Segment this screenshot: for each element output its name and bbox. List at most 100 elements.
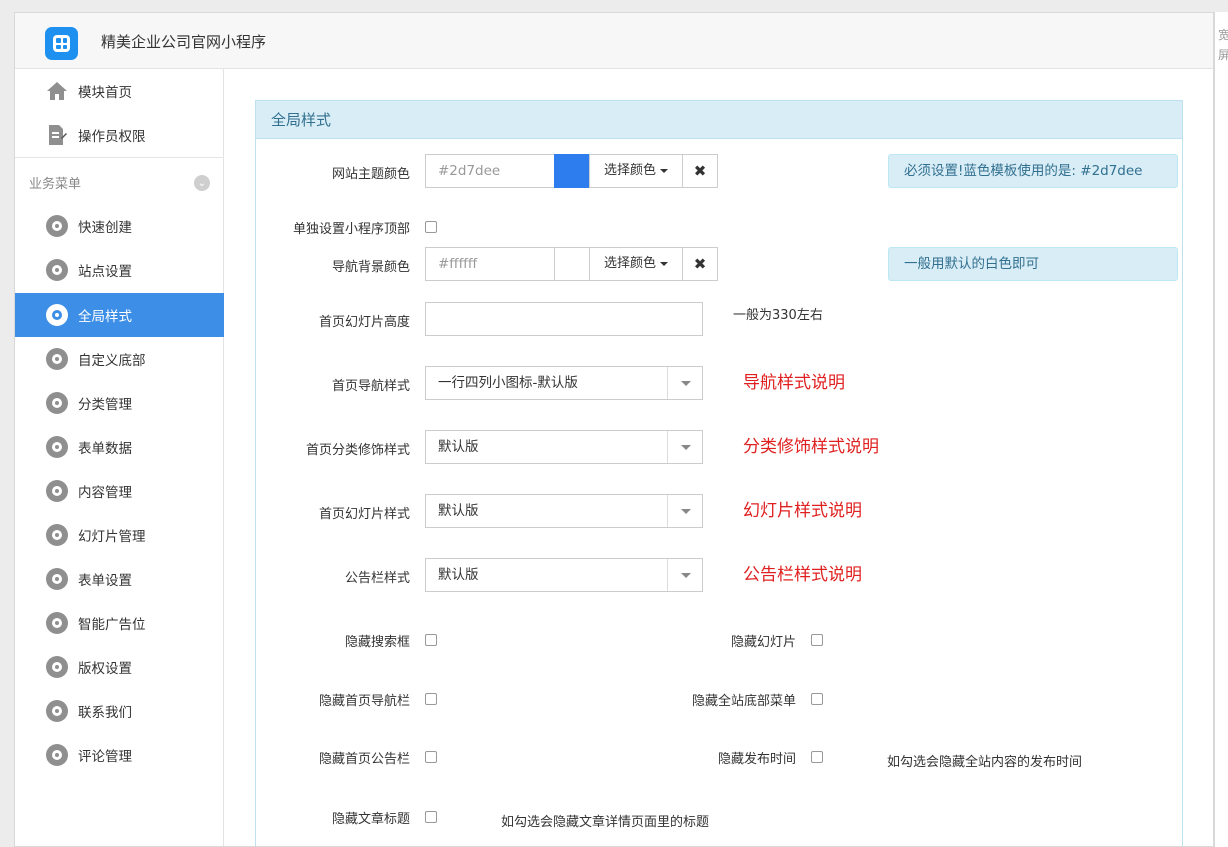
sidebar-item-custom-footer[interactable]: 自定义底部 bbox=[15, 337, 224, 381]
sidebar-item-module-home[interactable]: 模块首页 bbox=[15, 69, 224, 113]
hide-home-notice-checkbox[interactable] bbox=[425, 751, 437, 763]
nav-bg-color-pick-button[interactable]: 选择颜色 bbox=[589, 247, 683, 281]
gear-icon bbox=[46, 480, 68, 502]
sidebar-item-slide-management[interactable]: 幻灯片管理 bbox=[15, 513, 224, 557]
sidebar: 模块首页 操作员权限 业务菜单 ⌄ 快速创建 站点设置 全局样式 自定义底部 分… bbox=[15, 69, 224, 846]
sidebar-item-label: 快速创建 bbox=[78, 220, 132, 236]
sidebar-item-label: 评论管理 bbox=[78, 749, 132, 765]
sidebar-item-form-data[interactable]: 表单数据 bbox=[15, 425, 224, 469]
category-style-help-link[interactable]: 分类修饰样式说明 bbox=[743, 432, 879, 457]
slide-height-input[interactable] bbox=[425, 302, 703, 336]
separate-top-checkbox[interactable] bbox=[425, 221, 437, 233]
sidebar-item-content-management[interactable]: 内容管理 bbox=[15, 469, 224, 513]
slide-style-label: 首页幻灯片样式 bbox=[318, 507, 410, 522]
nav-style-help-link[interactable]: 导航样式说明 bbox=[743, 368, 845, 393]
app-logo-icon bbox=[45, 27, 78, 60]
hide-slides-checkbox[interactable] bbox=[811, 634, 823, 646]
sidebar-item-label: 全局样式 bbox=[78, 309, 132, 325]
hide-footer-menu-checkbox[interactable] bbox=[811, 693, 823, 705]
sidebar-item-label: 智能广告位 bbox=[78, 617, 146, 633]
app-frame: 精美企业公司官网小程序 模块首页 操作员权限 业务菜单 ⌄ 快速创建 站点设置 … bbox=[14, 12, 1214, 847]
right-strip-char-2: 屏 bbox=[1218, 48, 1228, 62]
slide-style-select[interactable]: 默认版 bbox=[425, 494, 703, 528]
caret-down-icon bbox=[660, 261, 668, 266]
sidebar-item-label: 分类管理 bbox=[78, 397, 132, 413]
slide-height-label: 首页幻灯片高度 bbox=[318, 315, 410, 330]
gear-icon bbox=[46, 744, 68, 766]
sidebar-item-label: 表单数据 bbox=[78, 441, 132, 457]
sidebar-item-label: 幻灯片管理 bbox=[78, 529, 146, 545]
global-style-panel: 全局样式 网站主题颜色 #2d7dee 选择颜色 ✖ 必须设置!蓝色模板使用的是… bbox=[255, 100, 1183, 846]
hide-article-title-checkbox[interactable] bbox=[425, 811, 437, 823]
hide-pub-time-help: 如勾选会隐藏全站内容的发布时间 bbox=[887, 755, 1083, 770]
nav-bg-color-label: 导航背景颜色 bbox=[331, 260, 410, 275]
nav-style-select[interactable]: 一行四列小图标-默认版 bbox=[425, 366, 703, 400]
home-icon bbox=[46, 80, 68, 102]
sidebar-item-label: 站点设置 bbox=[78, 264, 132, 280]
notice-style-select[interactable]: 默认版 bbox=[425, 558, 703, 592]
nav-bg-color-swatch bbox=[554, 247, 590, 281]
hide-article-title-help: 如勾选会隐藏文章详情页面里的标题 bbox=[501, 815, 710, 830]
theme-color-clear-button[interactable]: ✖ bbox=[682, 154, 718, 188]
sidebar-item-smart-ads[interactable]: 智能广告位 bbox=[15, 601, 224, 645]
select-value: 一行四列小图标-默认版 bbox=[438, 375, 578, 391]
sidebar-item-operator-permissions[interactable]: 操作员权限 bbox=[15, 113, 224, 157]
hide-home-nav-checkbox[interactable] bbox=[425, 693, 437, 705]
sidebar-item-quick-create[interactable]: 快速创建 bbox=[15, 204, 224, 248]
caret-down-icon bbox=[660, 168, 668, 173]
theme-color-input[interactable]: #2d7dee bbox=[425, 154, 555, 188]
hide-pub-time-checkbox[interactable] bbox=[811, 751, 823, 763]
hide-pub-time-label: 隐藏发布时间 bbox=[717, 752, 796, 767]
sidebar-item-label: 操作员权限 bbox=[78, 129, 146, 145]
nav-bg-color-note: 一般用默认的白色即可 bbox=[888, 247, 1178, 281]
gear-icon bbox=[46, 436, 68, 458]
hide-slides-label: 隐藏幻灯片 bbox=[730, 635, 796, 650]
gear-icon bbox=[46, 348, 68, 370]
right-strip-char-1: 宽 bbox=[1218, 28, 1228, 42]
gear-icon bbox=[46, 392, 68, 414]
edit-document-icon bbox=[46, 124, 68, 146]
app-header: 精美企业公司官网小程序 bbox=[15, 13, 1213, 69]
gear-icon bbox=[46, 700, 68, 722]
sidebar-section-title: 业务菜单 bbox=[29, 177, 82, 192]
hide-search-checkbox[interactable] bbox=[425, 634, 437, 646]
sidebar-item-global-style[interactable]: 全局样式 bbox=[15, 293, 224, 337]
theme-color-pick-button[interactable]: 选择颜色 bbox=[589, 154, 683, 188]
notice-style-help-link[interactable]: 公告栏样式说明 bbox=[743, 560, 862, 585]
panel-title: 全局样式 bbox=[256, 101, 1182, 139]
theme-color-note: 必须设置!蓝色模板使用的是: #2d7dee bbox=[888, 154, 1178, 188]
chevron-down-icon bbox=[667, 431, 702, 463]
hide-search-label: 隐藏搜索框 bbox=[344, 635, 410, 650]
gear-icon bbox=[46, 656, 68, 678]
hide-footer-menu-label: 隐藏全站底部菜单 bbox=[691, 694, 796, 709]
sidebar-item-form-settings[interactable]: 表单设置 bbox=[15, 557, 224, 601]
section-collapse-icon[interactable]: ⌄ bbox=[194, 175, 210, 191]
theme-color-swatch bbox=[554, 154, 590, 188]
select-value: 默认版 bbox=[438, 503, 479, 519]
nav-style-label: 首页导航样式 bbox=[331, 379, 410, 394]
separate-top-label: 单独设置小程序顶部 bbox=[292, 222, 410, 237]
gear-icon bbox=[46, 612, 68, 634]
chevron-down-icon bbox=[667, 559, 702, 591]
slide-style-help-link[interactable]: 幻灯片样式说明 bbox=[743, 496, 862, 521]
sidebar-item-copyright-settings[interactable]: 版权设置 bbox=[15, 645, 224, 689]
hide-article-title-label: 隐藏文章标题 bbox=[331, 812, 410, 827]
select-value: 默认版 bbox=[438, 439, 479, 455]
nav-bg-color-input[interactable]: #ffffff bbox=[425, 247, 555, 281]
sidebar-item-label: 联系我们 bbox=[78, 705, 132, 721]
app-title: 精美企业公司官网小程序 bbox=[101, 33, 267, 51]
sidebar-divider bbox=[15, 157, 224, 158]
category-style-select[interactable]: 默认版 bbox=[425, 430, 703, 464]
sidebar-item-comment-management[interactable]: 评论管理 bbox=[15, 733, 224, 777]
gear-icon bbox=[46, 215, 68, 237]
sidebar-item-site-settings[interactable]: 站点设置 bbox=[15, 248, 224, 292]
gear-icon bbox=[46, 259, 68, 281]
nav-bg-color-clear-button[interactable]: ✖ bbox=[682, 247, 718, 281]
pick-color-label: 选择颜色 bbox=[603, 256, 656, 271]
slide-height-help: 一般为330左右 bbox=[733, 308, 823, 323]
sidebar-item-label: 版权设置 bbox=[78, 661, 132, 677]
sidebar-item-label: 内容管理 bbox=[78, 485, 132, 501]
sidebar-item-contact-us[interactable]: 联系我们 bbox=[15, 689, 224, 733]
sidebar-item-category-management[interactable]: 分类管理 bbox=[15, 381, 224, 425]
theme-color-label: 网站主题颜色 bbox=[331, 167, 410, 182]
